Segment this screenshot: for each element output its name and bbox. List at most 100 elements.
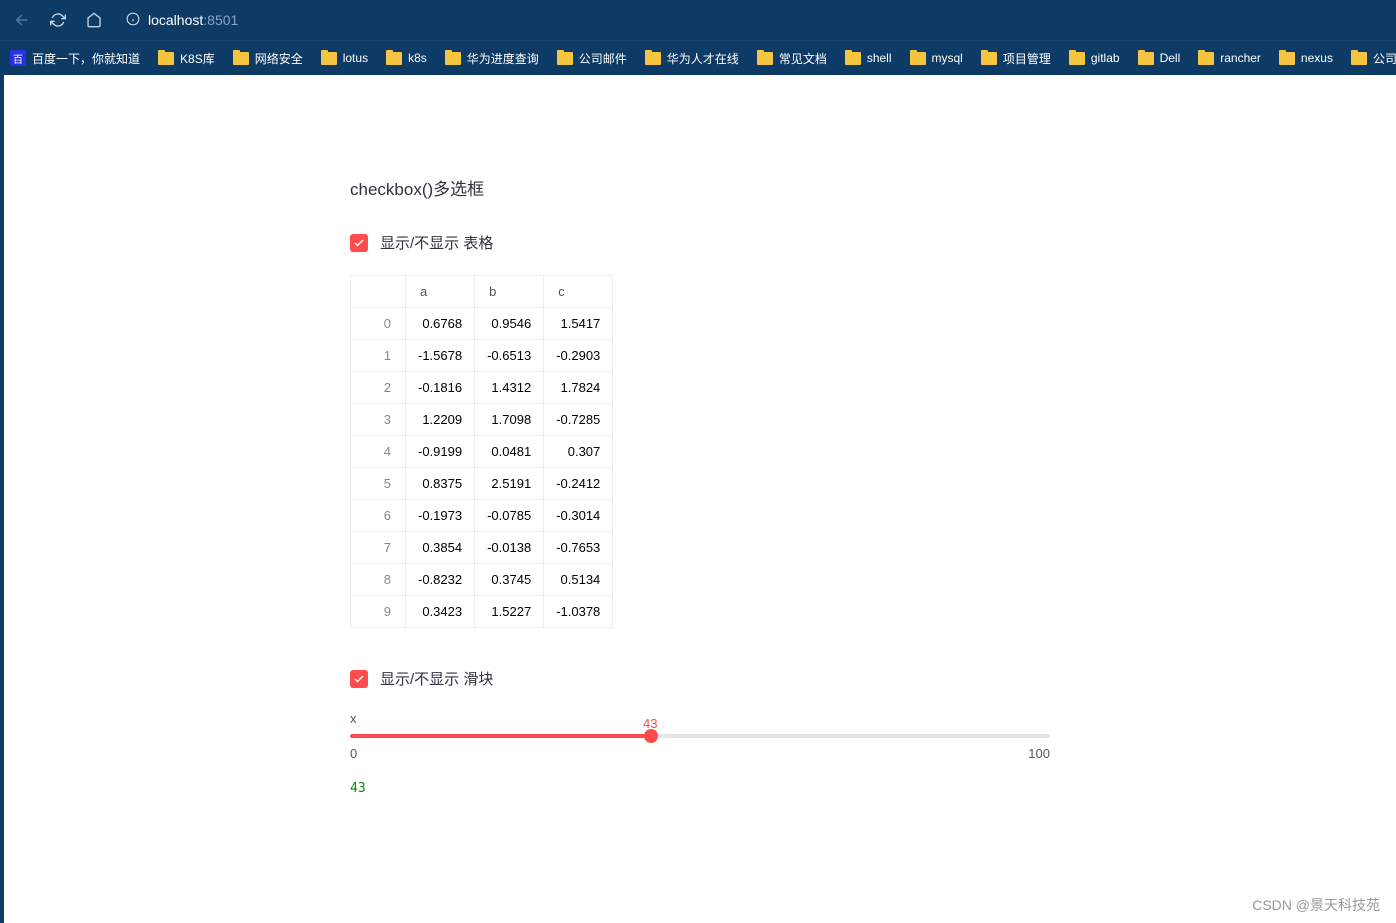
cell[interactable]: 0.5134 [544,564,613,596]
cell[interactable]: -0.1816 [406,372,475,404]
cell[interactable]: -0.7653 [544,532,613,564]
back-button[interactable] [10,8,34,32]
slider-output: 43 [350,781,1050,796]
checkbox-show-slider[interactable]: 显示/不显示 滑块 [350,668,1050,689]
bookmark-item[interactable]: shell [845,51,892,65]
bookmark-label: 华为人才在线 [667,50,739,67]
address-bar[interactable]: localhost:8501 [118,6,1386,34]
table-row[interactable]: 4-0.91990.04810.307 [351,436,613,468]
bookmark-item[interactable]: 公司邮件 [557,50,627,67]
cell[interactable]: -0.1973 [406,500,475,532]
table-row[interactable]: 31.22091.7098-0.7285 [351,404,613,436]
folder-icon [1279,52,1295,65]
table-row[interactable]: 00.67680.95461.5417 [351,308,613,340]
url-host: localhost [148,12,203,28]
cell[interactable]: 1.5227 [475,596,544,628]
cell[interactable]: 1.5417 [544,308,613,340]
slider-max: 100 [1028,746,1050,761]
cell[interactable]: 0.6768 [406,308,475,340]
table-row[interactable]: 50.83752.5191-0.2412 [351,468,613,500]
cell[interactable]: 0.3745 [475,564,544,596]
bookmark-item[interactable]: mysql [910,51,963,65]
row-index: 7 [351,532,406,564]
checkbox-icon[interactable] [350,670,368,688]
bookmark-label: lotus [343,51,368,65]
bookmark-item[interactable]: 华为进度查询 [445,50,539,67]
cell[interactable]: 0.9546 [475,308,544,340]
checkbox-slider-label: 显示/不显示 滑块 [380,668,493,689]
slider-fill [350,734,651,738]
home-button[interactable] [82,8,106,32]
browser-toolbar: localhost:8501 [0,0,1396,40]
cell[interactable]: 1.2209 [406,404,475,436]
cell[interactable]: -0.6513 [475,340,544,372]
folder-icon [1198,52,1214,65]
slider[interactable]: 43 [350,734,1050,738]
folder-icon [645,52,661,65]
bookmarks-bar: 百百度一下，你就知道 K8S库 网络安全 lotus k8s 华为进度查询 公司邮件 华为人才… [0,40,1396,75]
slider-label: x [350,711,1050,726]
bookmark-label: 常见文档 [779,50,827,67]
slider-thumb[interactable] [644,729,658,743]
cell[interactable]: 1.7824 [544,372,613,404]
bookmark-item[interactable]: nexus [1279,51,1333,65]
cell[interactable]: -0.9199 [406,436,475,468]
bookmark-item[interactable]: k8s [386,51,427,65]
bookmark-label: shell [867,51,892,65]
row-index: 6 [351,500,406,532]
cell[interactable]: 0.3423 [406,596,475,628]
bookmark-item[interactable]: Dell [1138,51,1181,65]
bookmark-item[interactable]: 常见文档 [757,50,827,67]
cell[interactable]: -0.0785 [475,500,544,532]
column-header[interactable]: a [406,276,475,308]
bookmark-item[interactable]: 公司 [1351,50,1396,67]
cell[interactable]: 1.4312 [475,372,544,404]
cell[interactable]: -0.7285 [544,404,613,436]
bookmark-item[interactable]: lotus [321,51,368,65]
cell[interactable]: 0.8375 [406,468,475,500]
bookmark-item[interactable]: 项目管理 [981,50,1051,67]
slider-range: 0 100 [350,746,1050,761]
bookmark-item[interactable]: 网络安全 [233,50,303,67]
cell[interactable]: -1.5678 [406,340,475,372]
info-icon[interactable] [126,12,140,29]
bookmark-item[interactable]: gitlab [1069,51,1120,65]
bookmark-item[interactable]: 百百度一下，你就知道 [10,50,140,67]
column-header[interactable]: b [475,276,544,308]
bookmark-label: 百度一下，你就知道 [32,50,140,67]
cell[interactable]: -0.3014 [544,500,613,532]
table-row[interactable]: 2-0.18161.43121.7824 [351,372,613,404]
bookmark-label: k8s [408,51,427,65]
cell[interactable]: 2.5191 [475,468,544,500]
cell[interactable]: 0.0481 [475,436,544,468]
cell[interactable]: -0.8232 [406,564,475,596]
bookmark-label: 项目管理 [1003,50,1051,67]
column-header[interactable]: c [544,276,613,308]
cell[interactable]: 0.3854 [406,532,475,564]
cell[interactable]: 1.7098 [475,404,544,436]
bookmark-item[interactable]: 华为人才在线 [645,50,739,67]
url-port: :8501 [203,12,238,28]
table-row[interactable]: 70.3854-0.0138-0.7653 [351,532,613,564]
table-row[interactable]: 90.34231.5227-1.0378 [351,596,613,628]
bookmark-item[interactable]: K8S库 [158,50,215,67]
table-row[interactable]: 1-1.5678-0.6513-0.2903 [351,340,613,372]
watermark: CSDN @景天科技苑 [1252,895,1380,915]
cell[interactable]: -1.0378 [544,596,613,628]
cell[interactable]: -0.0138 [475,532,544,564]
table-row[interactable]: 6-0.1973-0.0785-0.3014 [351,500,613,532]
slider-track[interactable] [350,734,1050,738]
page-title: checkbox()多选框 [350,175,1050,200]
cell[interactable]: -0.2903 [544,340,613,372]
refresh-button[interactable] [46,8,70,32]
bookmark-item[interactable]: rancher [1198,51,1261,65]
row-index: 2 [351,372,406,404]
checkbox-show-table[interactable]: 显示/不显示 表格 [350,232,1050,253]
slider-min: 0 [350,746,357,761]
table-row[interactable]: 8-0.82320.37450.5134 [351,564,613,596]
row-index: 4 [351,436,406,468]
cell[interactable]: 0.307 [544,436,613,468]
cell[interactable]: -0.2412 [544,468,613,500]
checkbox-icon[interactable] [350,234,368,252]
data-table[interactable]: abc 00.67680.95461.54171-1.5678-0.6513-0… [350,275,613,628]
